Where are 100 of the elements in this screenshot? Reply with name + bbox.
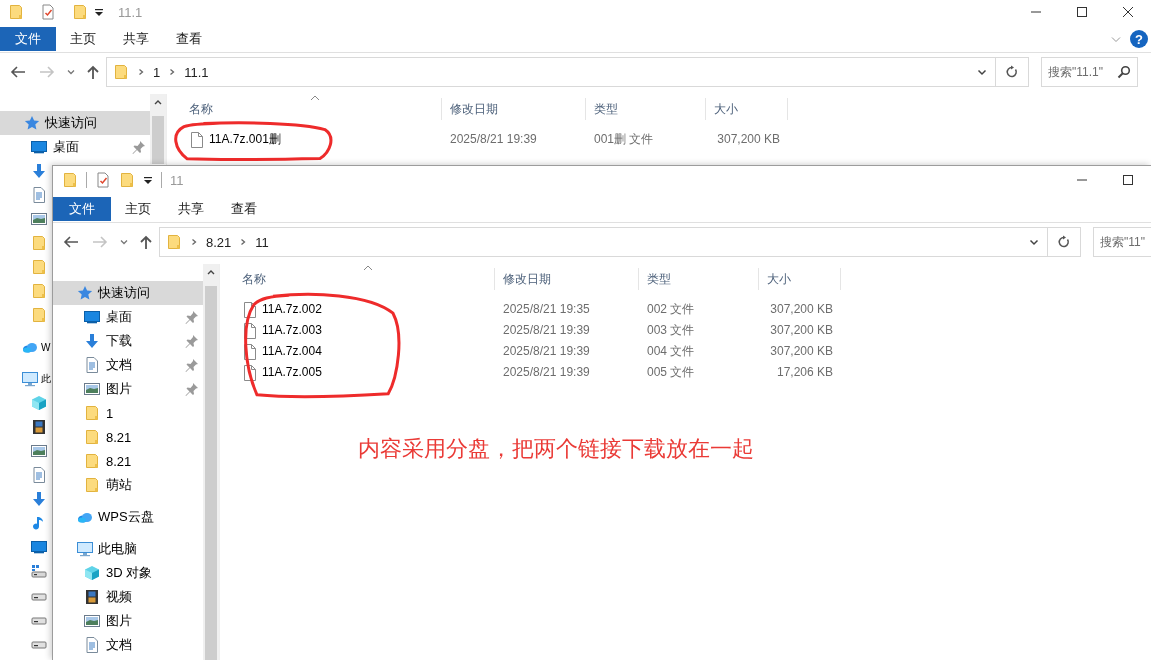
sidebar-item[interactable]: 桌面 xyxy=(0,135,150,159)
sort-caret-icon xyxy=(310,95,320,101)
folder-icon[interactable] xyxy=(119,172,135,188)
scrollbar[interactable] xyxy=(150,94,166,164)
file-name[interactable]: 11A.7z.003 xyxy=(262,320,322,341)
pin-icon[interactable] xyxy=(184,381,200,397)
sidebar-item[interactable]: 3D 对象 xyxy=(53,561,203,585)
ribbon-tab[interactable]: 共享 xyxy=(109,27,162,51)
column-header[interactable]: 修改日期 xyxy=(495,268,639,290)
help-button[interactable]: ? xyxy=(1130,30,1148,48)
address-bar[interactable]: 1 11.1 xyxy=(106,57,996,87)
maximize-button[interactable] xyxy=(1123,175,1133,185)
film-strip-icon[interactable] xyxy=(31,419,47,435)
folder-icon xyxy=(84,477,100,493)
pin-icon[interactable] xyxy=(184,357,200,373)
refresh-button[interactable] xyxy=(1048,227,1081,257)
folder-icon[interactable] xyxy=(31,283,47,299)
folder-icon[interactable] xyxy=(31,235,47,251)
table-cell-text: 307,200 KB xyxy=(769,343,834,360)
file-name[interactable]: 11A.7z.002 xyxy=(262,299,322,320)
sidebar-item[interactable]: 下载 xyxy=(53,329,203,353)
sidebar-item[interactable]: W xyxy=(0,335,51,359)
ribbon-tab[interactable]: 查看 xyxy=(162,27,215,51)
scroll-up-icon[interactable] xyxy=(154,99,162,105)
checklist-icon[interactable] xyxy=(95,172,111,188)
column-header[interactable]: 大小 xyxy=(706,98,788,120)
ribbon-tab[interactable]: 共享 xyxy=(164,197,217,221)
document-icon[interactable] xyxy=(31,467,47,483)
breadcrumb-item[interactable]: 8.21 xyxy=(206,234,232,250)
sidebar-item[interactable]: 快速访问 xyxy=(53,281,203,305)
checklist-icon[interactable] xyxy=(40,4,56,20)
breadcrumb-item[interactable]: 11 xyxy=(255,234,269,250)
ribbon-tab[interactable]: 查看 xyxy=(217,197,270,221)
ribbon-tab[interactable]: 主页 xyxy=(56,27,109,51)
sidebar-item[interactable]: 桌面 xyxy=(53,305,203,329)
pin-icon[interactable] xyxy=(184,309,200,325)
sidebar-item[interactable]: WPS云盘 xyxy=(53,505,203,529)
folder-icon[interactable] xyxy=(31,259,47,275)
pin-icon[interactable] xyxy=(131,139,147,155)
column-header[interactable]: 名称 xyxy=(167,98,442,120)
sidebar-item[interactable]: 萌站 xyxy=(53,473,203,497)
star-icon xyxy=(24,115,40,131)
download-icon[interactable] xyxy=(31,163,47,179)
address-bar[interactable]: 8.21 11 xyxy=(159,227,1048,257)
sidebar-item[interactable]: 8.21 xyxy=(53,449,203,473)
monitor-icon xyxy=(84,309,100,325)
picture-icon[interactable] xyxy=(31,443,47,459)
picture-icon[interactable] xyxy=(31,211,47,227)
sidebar-item[interactable]: 文档 xyxy=(53,353,203,377)
breadcrumb-item[interactable]: 11.1 xyxy=(184,64,209,80)
document-icon xyxy=(84,637,100,653)
column-header[interactable]: 类型 xyxy=(639,268,759,290)
window-title: 11.1 xyxy=(118,4,143,20)
back-icon[interactable] xyxy=(8,64,28,80)
search-field[interactable]: 搜索"11" xyxy=(1093,227,1151,257)
file-name[interactable]: 11A.7z.004 xyxy=(262,341,322,362)
maximize-button[interactable] xyxy=(1077,7,1087,17)
file-icon xyxy=(244,301,256,318)
column-header[interactable]: 大小 xyxy=(759,268,841,290)
file-name[interactable]: 11A.7z.001删 xyxy=(209,129,281,150)
table-cell-text: 2025/8/21 19:39 xyxy=(449,131,538,148)
file-name[interactable]: 11A.7z.005 xyxy=(262,362,322,383)
refresh-button[interactable] xyxy=(996,57,1029,87)
sidebar-item[interactable]: 文档 xyxy=(53,633,203,657)
sidebar-item[interactable]: 视频 xyxy=(53,585,203,609)
sidebar-item[interactable]: 快速访问 xyxy=(0,111,150,135)
column-header[interactable]: 名称 xyxy=(220,268,495,290)
sidebar-item[interactable]: 图片 xyxy=(53,609,203,633)
breadcrumb-item[interactable]: 1 xyxy=(153,64,161,80)
sidebar-item[interactable]: 图片 xyxy=(53,377,203,401)
star-icon xyxy=(77,285,93,301)
sidebar-item[interactable]: 此电脑 xyxy=(53,537,203,561)
window-title: 11 xyxy=(170,172,184,188)
scrollbar[interactable] xyxy=(203,264,219,660)
sidebar-item[interactable]: 8.21 xyxy=(53,425,203,449)
column-header[interactable]: 修改日期 xyxy=(442,98,586,120)
folder-icon[interactable] xyxy=(8,4,24,20)
monitor-icon[interactable] xyxy=(31,539,47,555)
sidebar-item[interactable]: 此 xyxy=(0,367,51,391)
sidebar-item[interactable]: 1 xyxy=(53,401,203,425)
download-icon[interactable] xyxy=(31,491,47,507)
search-field[interactable]: 搜索"11.1" xyxy=(1041,57,1138,87)
folder-icon[interactable] xyxy=(62,172,78,188)
sort-caret-icon xyxy=(363,265,373,271)
pin-icon[interactable] xyxy=(184,333,200,349)
network-drive-icon[interactable] xyxy=(31,563,47,579)
close-button[interactable] xyxy=(1123,7,1133,17)
scroll-up-icon[interactable] xyxy=(207,269,215,275)
document-icon xyxy=(84,357,100,373)
ribbon-tab[interactable]: 主页 xyxy=(111,197,164,221)
refresh-icon xyxy=(1005,65,1019,79)
folder-icon[interactable] xyxy=(72,4,88,20)
cube-icon[interactable] xyxy=(31,395,47,411)
search-icon[interactable] xyxy=(1117,65,1131,79)
back-icon[interactable] xyxy=(61,234,81,250)
column-header[interactable]: 类型 xyxy=(586,98,706,120)
table-cell-text: 005 文件 xyxy=(646,364,696,381)
file-icon xyxy=(191,131,203,148)
document-icon[interactable] xyxy=(31,187,47,203)
folder-icon[interactable] xyxy=(31,307,47,323)
